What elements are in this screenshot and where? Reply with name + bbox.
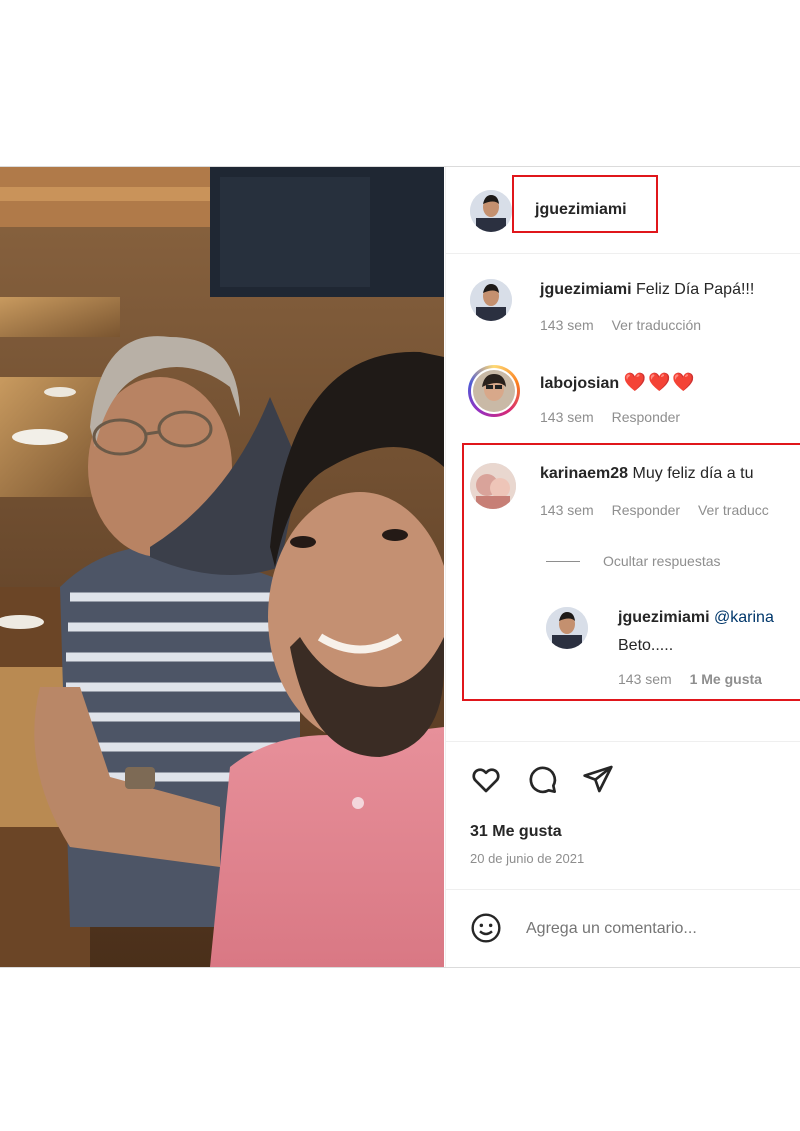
reply-likes[interactable]: 1 Me gusta (690, 671, 762, 687)
photo-illustration (0, 167, 444, 967)
username-highlight-box (512, 175, 658, 233)
input-divider (446, 889, 800, 890)
comment2-line: karinaem28 Muy feliz día a tu (540, 465, 753, 483)
comment1-text: ❤️❤️❤️ (623, 372, 697, 392)
reply-line: jguezimiami @karina (618, 609, 774, 627)
caption-meta: 143 sem Ver traducción (540, 317, 715, 333)
caption-text: Feliz Día Papá!!! (636, 281, 755, 298)
header-divider (446, 253, 800, 254)
share-icon[interactable] (582, 763, 614, 795)
actions-divider (446, 741, 800, 742)
heart-icon[interactable] (470, 763, 502, 795)
caption-line: jguezimiami Feliz Día Papá!!! (540, 281, 754, 299)
post-photo[interactable] (0, 167, 444, 967)
comment2-text: Muy feliz día a tu (632, 465, 754, 482)
reply-text: Beto..... (618, 637, 674, 654)
comment1-reply-link[interactable]: Responder (612, 409, 681, 425)
caption-avatar[interactable] (470, 279, 512, 321)
caption-username[interactable]: jguezimiami (540, 281, 632, 298)
like-count[interactable]: 31 Me gusta (470, 823, 562, 841)
user-avatar-image (470, 279, 512, 321)
user-avatar-image (546, 607, 588, 649)
comment2-avatar[interactable] (470, 463, 516, 509)
comment1-username[interactable]: labojosian (540, 375, 619, 392)
user-avatar-image (471, 368, 517, 414)
reply-mention[interactable]: @karina (714, 609, 774, 626)
comment1-line: labojosian ❤️❤️❤️ (540, 372, 697, 393)
instagram-post: jguezimiami jguezimiami Feliz Día Papá!!… (0, 166, 800, 968)
comment-icon[interactable] (526, 763, 558, 795)
reply-meta: 143 sem 1 Me gusta (618, 671, 776, 687)
emoji-icon-shape (471, 913, 501, 943)
reply-avatar[interactable] (546, 607, 588, 649)
emoji-icon[interactable] (470, 912, 502, 944)
comment1-avatar[interactable] (468, 365, 520, 417)
comment-icon-shape (529, 766, 557, 794)
reply-username[interactable]: jguezimiami (618, 609, 710, 626)
comment2-reply-link[interactable]: Responder (612, 502, 681, 518)
comment2-time[interactable]: 143 sem (540, 502, 594, 518)
comment-input[interactable] (524, 915, 788, 943)
comment2-meta: 143 sem Responder Ver traducc (540, 502, 783, 518)
share-icon-shape (583, 765, 613, 793)
user-avatar-image (470, 190, 512, 232)
post-side-panel: jguezimiami jguezimiami Feliz Día Papá!!… (445, 167, 800, 967)
caption-time[interactable]: 143 sem (540, 317, 594, 333)
comment1-time[interactable]: 143 sem (540, 409, 594, 425)
caption-translate-link[interactable]: Ver traducción (612, 317, 702, 333)
replies-toggle-line (546, 561, 580, 562)
comment2-translate-link[interactable]: Ver traducc (698, 502, 769, 518)
post-date[interactable]: 20 de junio de 2021 (470, 851, 584, 866)
user-avatar-image (470, 463, 516, 509)
comment2-username[interactable]: karinaem28 (540, 465, 628, 482)
hide-replies-button[interactable]: Ocultar respuestas (603, 553, 721, 569)
heart-icon-shape (472, 768, 500, 793)
reply-time[interactable]: 143 sem (618, 671, 672, 687)
header-avatar[interactable] (470, 190, 512, 232)
comment1-meta: 143 sem Responder (540, 409, 694, 425)
